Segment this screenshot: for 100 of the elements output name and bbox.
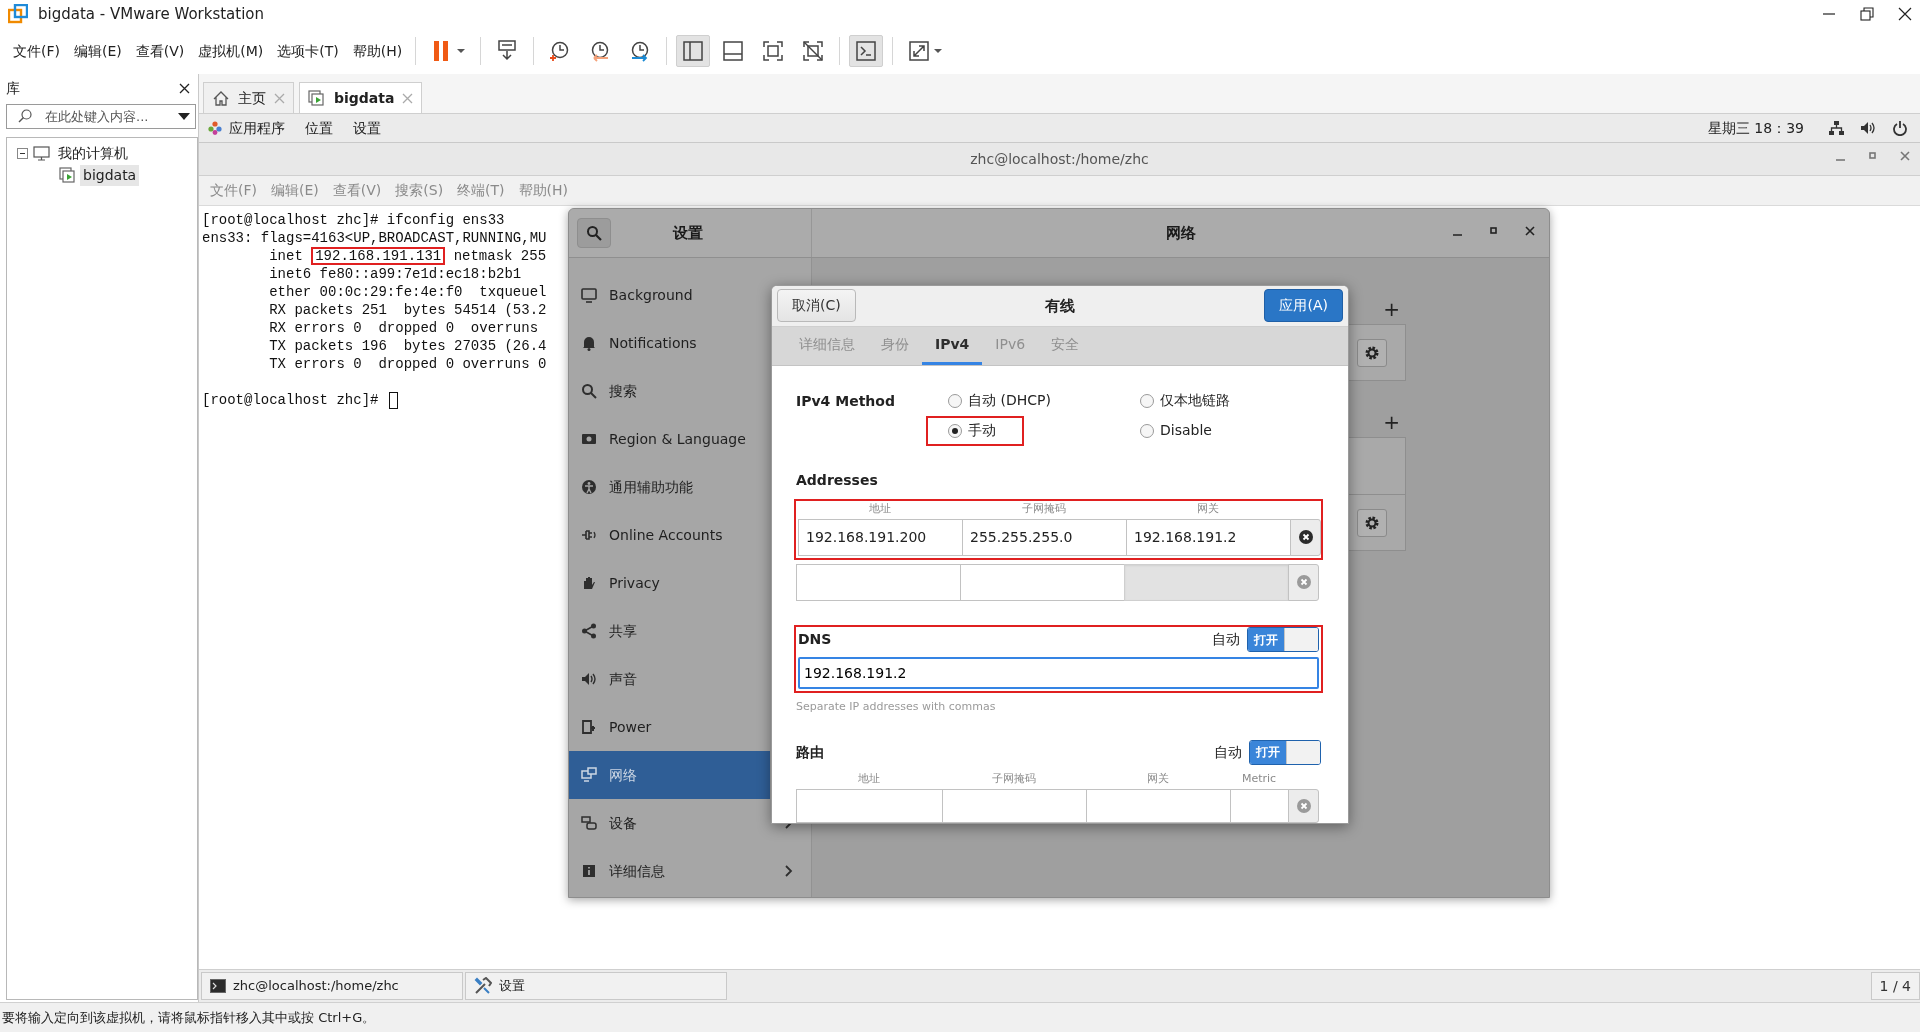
- menu-item[interactable]: 虚拟机(M): [191, 36, 271, 66]
- chevron-icon: [785, 865, 793, 877]
- input-field[interactable]: 192.168.191.2: [798, 656, 1319, 689]
- input-field[interactable]: [1230, 789, 1289, 823]
- close-icon[interactable]: [1525, 226, 1535, 236]
- input-field[interactable]: [796, 789, 943, 823]
- sidebar-layout-icon: [681, 39, 706, 63]
- input-field[interactable]: [796, 563, 961, 601]
- tree-item[interactable]: bigdata: [80, 164, 140, 186]
- window-title: bigdata - VMware Workstation: [38, 3, 265, 25]
- tab-label: bigdata: [334, 88, 395, 108]
- radio-option[interactable]: 仅本地链路: [1118, 385, 1240, 416]
- input-field[interactable]: 192.168.191.200: [798, 518, 963, 556]
- vm-tab[interactable]: 主页: [203, 82, 294, 113]
- cancel-button[interactable]: 取消(C): [777, 289, 856, 323]
- taskbar-item[interactable]: 设置: [465, 972, 727, 1000]
- input-field[interactable]: [1086, 789, 1231, 823]
- clock[interactable]: 星期三 18：39: [1707, 117, 1804, 139]
- search-field[interactable]: 在此处键入内容...: [6, 104, 196, 129]
- bell-icon: [581, 335, 597, 351]
- sidebar-item[interactable]: 共享: [569, 607, 770, 655]
- add-button[interactable]: +: [1383, 407, 1400, 437]
- toggle-switch[interactable]: 打开: [1249, 739, 1321, 765]
- tree-item[interactable]: 我的计算机: [55, 142, 131, 164]
- sidebar-item[interactable]: Privacy: [569, 559, 770, 607]
- panel-title: 库: [6, 78, 20, 98]
- apply-button[interactable]: 应用(A): [1264, 289, 1343, 323]
- monitor-icon: [581, 287, 597, 303]
- maximize-icon[interactable]: [1489, 226, 1499, 236]
- status-text: 要将输入定向到该虚拟机，请将鼠标指针移入其中或按 Ctrl+G。: [2, 1008, 376, 1027]
- apps-icon[interactable]: [207, 120, 223, 136]
- menu-item[interactable]: 选项卡(T): [270, 36, 346, 66]
- input-field[interactable]: [942, 789, 1087, 823]
- menu-item[interactable]: 帮助(H): [345, 36, 410, 66]
- column-header: 网关: [1196, 500, 1220, 517]
- menu-item[interactable]: 查看(V): [128, 36, 192, 66]
- person-icon: [581, 479, 597, 495]
- close-icon[interactable]: [1898, 7, 1912, 21]
- restore-icon[interactable]: [1860, 7, 1874, 21]
- settings-button[interactable]: [1357, 338, 1387, 367]
- field-label: IPv4 Method: [796, 391, 896, 411]
- window-title: 设置: [673, 222, 703, 244]
- radio-option[interactable]: Disable: [1118, 415, 1222, 446]
- sidebar-item[interactable]: 搜索: [569, 367, 770, 415]
- share-icon: [581, 623, 597, 639]
- radio-option[interactable]: 手动: [926, 415, 1024, 446]
- computer-icon: [33, 145, 50, 161]
- delete-button[interactable]: [1290, 518, 1321, 556]
- menu-item[interactable]: 文件(F): [6, 36, 67, 66]
- taskbar-item[interactable]: zhc@localhost:/home/zhc: [201, 972, 463, 1000]
- terminal-text: [root@localhost zhc]#: [202, 391, 380, 409]
- sidebar-item[interactable]: Region & Language: [569, 415, 770, 463]
- sidebar-item[interactable]: 网络: [569, 751, 770, 799]
- hand-icon: [581, 575, 597, 591]
- column-header: 网关: [1146, 771, 1170, 787]
- virtual-machine-icon: [59, 167, 75, 183]
- add-button[interactable]: +: [1383, 294, 1400, 324]
- terminal-text: ether 00:0c:29:fe:4e:f0 txqueuel: [268, 283, 547, 301]
- input-field[interactable]: [960, 563, 1125, 601]
- info-icon: [581, 863, 597, 879]
- stretch-icon: [907, 39, 932, 63]
- sidebar-item[interactable]: 通用辅助功能: [569, 463, 770, 511]
- sidebar-item[interactable]: Power: [569, 703, 770, 751]
- sidebar-item[interactable]: 详细信息: [569, 847, 811, 895]
- sidebar-item[interactable]: 声音: [569, 655, 770, 703]
- settings-icon: [1364, 344, 1380, 361]
- sidebar-layout-button[interactable]: [676, 35, 711, 67]
- collapse-icon[interactable]: [17, 147, 28, 159]
- sidebar-item[interactable]: Notifications: [569, 319, 770, 367]
- panel-title: 网络: [1165, 222, 1196, 244]
- power-icon[interactable]: [1892, 120, 1908, 136]
- close-icon: [1295, 574, 1312, 590]
- workspace-indicator[interactable]: 1 / 4: [1870, 972, 1920, 1000]
- terminal-text: TX errors 0 dropped 0 overruns 0: [268, 355, 547, 373]
- sidebar-item[interactable]: Online Accounts: [569, 511, 770, 559]
- toggle-switch[interactable]: 打开: [1247, 627, 1319, 652]
- close-icon[interactable]: [179, 82, 190, 94]
- menu-item[interactable]: 编辑(E): [67, 36, 129, 66]
- input-field[interactable]: 255.255.255.0: [962, 518, 1127, 556]
- terminal-text: inet6 fe80::a99:7e1d:ec18:b2b1: [268, 265, 522, 283]
- column-header: 子网掩码: [991, 771, 1037, 787]
- network-icon[interactable]: [1828, 120, 1844, 136]
- column-header: 子网掩码: [1021, 500, 1067, 517]
- logo-icon: [8, 4, 28, 24]
- virtual-machine-icon: [308, 89, 326, 107]
- vm-tab[interactable]: bigdata: [299, 82, 423, 113]
- menu-item[interactable]: 应用程序: [223, 117, 299, 139]
- search-button[interactable]: [577, 218, 611, 248]
- caret-icon[interactable]: [178, 113, 190, 121]
- tab[interactable]: IPv4: [922, 326, 983, 365]
- settings-button[interactable]: [1357, 508, 1387, 537]
- volume-icon[interactable]: [1860, 120, 1876, 136]
- menu-item[interactable]: 设置: [347, 117, 395, 139]
- radio-option[interactable]: 自动 (DHCP): [926, 385, 1061, 416]
- menu-item[interactable]: 位置: [299, 117, 347, 139]
- input-field[interactable]: 192.168.191.2: [1126, 518, 1291, 556]
- console-icon: [854, 39, 879, 63]
- console-button[interactable]: [849, 35, 884, 67]
- maximize-icon[interactable]: [1868, 151, 1878, 161]
- sidebar-item[interactable]: Background: [569, 271, 770, 319]
